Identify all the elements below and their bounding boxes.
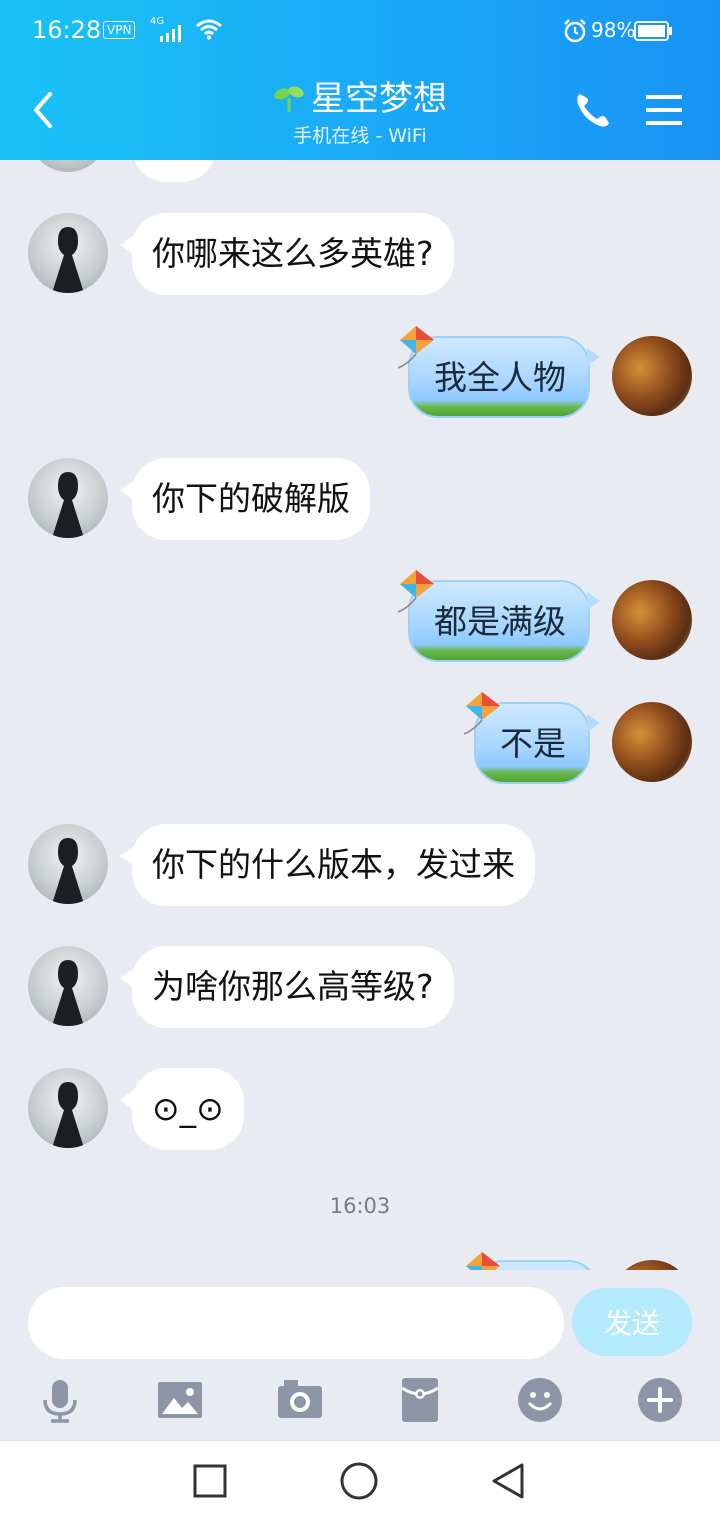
wifi-icon [196,19,222,40]
battery-percent: 98% [591,18,636,42]
kite-icon [397,570,434,613]
home-circle-icon[interactable] [337,1459,381,1503]
contact-avatar[interactable] [28,824,108,904]
alarm-icon [564,19,586,43]
plus-icon[interactable] [636,1376,684,1424]
chat-title-text: 星空梦想 [311,79,447,119]
silhouette-icon [52,472,84,538]
emoji-icon[interactable] [516,1376,564,1424]
microphone-icon[interactable] [36,1376,84,1424]
chat-area[interactable]: 你哪来这么多英雄? 我全人物 你下的破解版 都是满级 不是 你下的什么版本，发过… [0,160,720,1270]
my-avatar[interactable] [612,580,692,660]
silhouette-icon [52,1082,84,1148]
menu-button[interactable] [642,88,686,132]
my-avatar[interactable] [612,1260,692,1270]
send-button[interactable]: 发送 [572,1288,692,1356]
contact-avatar[interactable] [28,213,108,293]
contact-avatar[interactable] [28,1068,108,1148]
message-bubble[interactable]: 为啥你那么高等级? [120,946,454,1028]
message-bubble[interactable]: 你下的什么版本，发过来 [120,824,535,906]
chat-title[interactable]: 星空梦想 [273,78,447,120]
message-input[interactable] [28,1287,564,1359]
my-avatar[interactable] [612,702,692,782]
silhouette-icon [52,838,84,904]
message-timestamp: 16:03 [329,1194,391,1218]
top-bar: 16:28 VPN 4G 98% 星空梦想 手机在线 - WiFi [0,0,720,160]
status-time: 16:28 [32,16,102,44]
red-packet-icon[interactable] [396,1376,444,1424]
signal-icon [160,25,181,42]
kite-icon [463,692,500,735]
image-icon[interactable] [156,1376,204,1424]
vpn-badge: VPN [103,21,136,39]
message-bubble[interactable]: 你哪来这么多英雄? [120,213,454,295]
message-bubble[interactable]: ⊙_⊙ [120,1068,244,1150]
contact-avatar[interactable] [28,946,108,1026]
camera-icon[interactable] [276,1376,324,1424]
kite-icon [397,326,434,369]
system-nav-bar [0,1440,720,1521]
battery-icon [634,21,672,41]
silhouette-icon [52,227,84,293]
phone-call-button[interactable] [570,88,614,132]
my-avatar[interactable] [612,336,692,416]
message-bubble[interactable]: 你下的破解版 [120,458,370,540]
silhouette-icon [52,960,84,1026]
contact-avatar[interactable] [28,160,108,172]
contact-avatar[interactable] [28,458,108,538]
recents-square-icon[interactable] [188,1459,232,1503]
input-bar: 发送 [0,1270,720,1440]
message-bubble-partial [132,160,216,182]
kite-icon [466,1252,500,1270]
back-triangle-icon[interactable] [486,1459,530,1503]
sprout-icon [274,86,304,112]
